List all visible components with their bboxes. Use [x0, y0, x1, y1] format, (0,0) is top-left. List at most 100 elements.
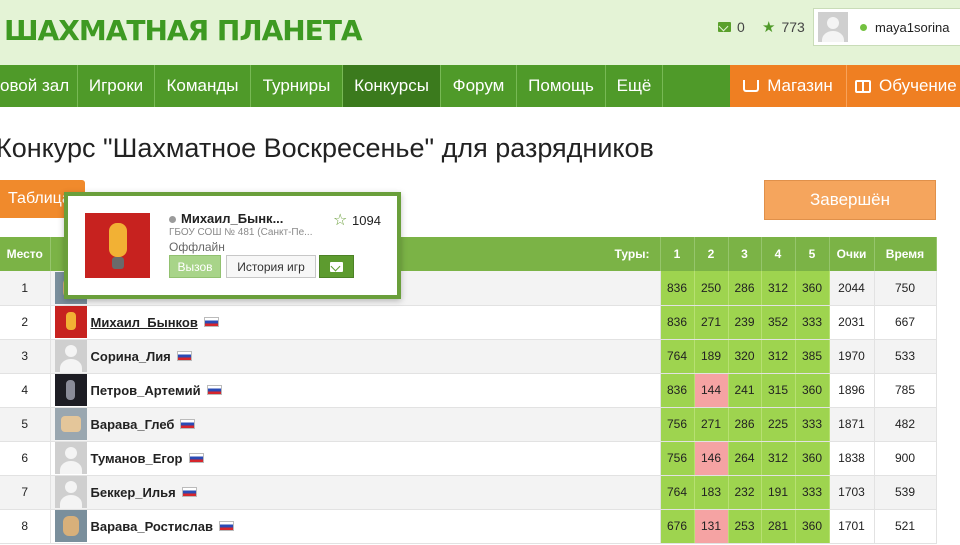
cart-icon [743, 80, 760, 92]
nav-item-tournaments[interactable]: Турниры [251, 65, 343, 107]
star-outline-icon: ☆ [333, 212, 348, 229]
rating-counter[interactable]: ★ 773 [762, 19, 805, 35]
row-points: 1703 [829, 475, 875, 510]
site-header: ШАХМАТНАЯ ПЛАНЕТА 0 ★ 773 maya1sorina [0, 0, 960, 65]
player-name-link[interactable]: Сорина_Лия [91, 349, 171, 364]
challenge-button[interactable]: Вызов [169, 255, 221, 278]
table-row: 5 Варава_Глеб 756 271 286 225 333 1871 482 [0, 407, 937, 442]
username: maya1sorina [875, 19, 950, 35]
header-round-4[interactable]: 4 [761, 237, 796, 271]
player-avatar[interactable] [54, 340, 87, 372]
player-avatar[interactable] [54, 374, 87, 406]
round-5-score: 360 [795, 509, 830, 544]
round-2-score: 250 [694, 271, 729, 306]
player-name-link[interactable]: Михаил_Бынков [91, 315, 198, 330]
row-player: Беккер_Илья [50, 475, 661, 510]
nav-item-teams[interactable]: Команды [155, 65, 251, 107]
player-info: Туманов_Егор [54, 442, 660, 474]
table-row: 7 Беккер_Илья 764 183 232 191 333 1703 539 [0, 475, 937, 510]
row-points: 1970 [829, 339, 875, 374]
row-place: 1 [0, 271, 51, 306]
round-1-score: 764 [660, 475, 695, 510]
table-row: 8 Варава_Ростислав 676 131 253 281 360 1701 521 [0, 509, 937, 544]
player-name-link[interactable]: Варава_Ростислав [91, 519, 213, 534]
header-round-5[interactable]: 5 [795, 237, 830, 271]
nav-item-players[interactable]: Игроки [78, 65, 155, 107]
player-info: Варава_Ростислав [54, 510, 660, 542]
messages-counter[interactable]: 0 [718, 19, 745, 35]
row-points: 1896 [829, 373, 875, 408]
header-round-1[interactable]: 1 [660, 237, 695, 271]
rating-value: 773 [781, 19, 805, 35]
round-3-score: 232 [728, 475, 762, 510]
row-place: 3 [0, 339, 51, 374]
header-round-2[interactable]: 2 [694, 237, 729, 271]
round-1-score: 836 [660, 271, 695, 306]
round-2-score: 271 [694, 407, 729, 442]
round-2-score: 131 [694, 509, 729, 544]
star-icon: ★ [762, 18, 776, 36]
site-logo[interactable]: ШАХМАТНАЯ ПЛАНЕТА [4, 14, 363, 47]
game-history-button[interactable]: История игр [226, 255, 316, 278]
flag-ru-icon [188, 453, 204, 463]
popup-player-name[interactable]: Михаил_Бынк... [181, 211, 283, 226]
send-message-button[interactable] [319, 255, 354, 278]
round-2-score: 189 [694, 339, 729, 374]
page-title: Конкурс "Шахматное Воскресенье" для разр… [0, 133, 654, 163]
header-time[interactable]: Время [874, 237, 937, 271]
row-time: 785 [874, 373, 937, 408]
round-4-score: 312 [761, 441, 796, 476]
player-name-link[interactable]: Петров_Артемий [91, 383, 201, 398]
player-avatar[interactable] [54, 442, 87, 474]
finished-status-button[interactable]: Завершён [764, 180, 936, 220]
round-5-score: 360 [795, 271, 830, 306]
round-4-score: 315 [761, 373, 796, 408]
player-avatar[interactable] [54, 306, 87, 338]
header-points[interactable]: Очки [829, 237, 875, 271]
header-round-3[interactable]: 3 [728, 237, 762, 271]
player-name-link[interactable]: Беккер_Илья [91, 485, 176, 500]
nav-item-game-hall[interactable]: овой зал [0, 65, 78, 107]
flag-ru-icon [180, 419, 196, 429]
row-time: 533 [874, 339, 937, 374]
player-avatar[interactable] [54, 510, 87, 542]
popup-school: ГБОУ СОШ № 481 (Санкт-Пе... [169, 227, 313, 238]
nav-item-contests[interactable]: Конкурсы [343, 65, 441, 107]
round-1-score: 836 [660, 373, 695, 408]
row-time: 900 [874, 441, 937, 476]
round-3-score: 253 [728, 509, 762, 544]
round-1-score: 756 [660, 407, 695, 442]
popup-status-text: Оффлайн [169, 240, 225, 254]
messages-count: 0 [737, 19, 745, 35]
player-info: Варава_Глеб [54, 408, 660, 440]
row-place: 7 [0, 475, 51, 510]
nav-item-more[interactable]: Ещё [606, 65, 663, 107]
popup-avatar[interactable] [85, 213, 150, 278]
round-3-score: 264 [728, 441, 762, 476]
main-nav: овой зал Игроки Команды Турниры Конкурсы… [0, 65, 960, 107]
nav-shop-button[interactable]: Магазин [730, 65, 847, 107]
nav-item-forum[interactable]: Форум [441, 65, 517, 107]
user-menu[interactable]: maya1sorina [813, 8, 960, 46]
row-points: 1838 [829, 441, 875, 476]
round-4-score: 352 [761, 305, 796, 340]
nav-item-help[interactable]: Помощь [517, 65, 606, 107]
row-player: Туманов_Егор [50, 441, 661, 476]
round-3-score: 241 [728, 373, 762, 408]
player-info: Михаил_Бынков [54, 306, 660, 338]
player-avatar[interactable] [54, 476, 87, 508]
header-place[interactable]: Место [0, 237, 51, 271]
row-player: Варава_Ростислав [50, 509, 661, 544]
player-name-link[interactable]: Варава_Глеб [91, 417, 175, 432]
round-5-score: 385 [795, 339, 830, 374]
flag-ru-icon [206, 385, 222, 395]
nav-learning-button[interactable]: Обучение [847, 65, 960, 107]
round-1-score: 836 [660, 305, 695, 340]
round-5-score: 360 [795, 373, 830, 408]
row-place: 4 [0, 373, 51, 408]
player-avatar[interactable] [54, 408, 87, 440]
book-icon [855, 79, 871, 93]
round-4-score: 312 [761, 339, 796, 374]
row-time: 482 [874, 407, 937, 442]
player-name-link[interactable]: Туманов_Егор [91, 451, 183, 466]
